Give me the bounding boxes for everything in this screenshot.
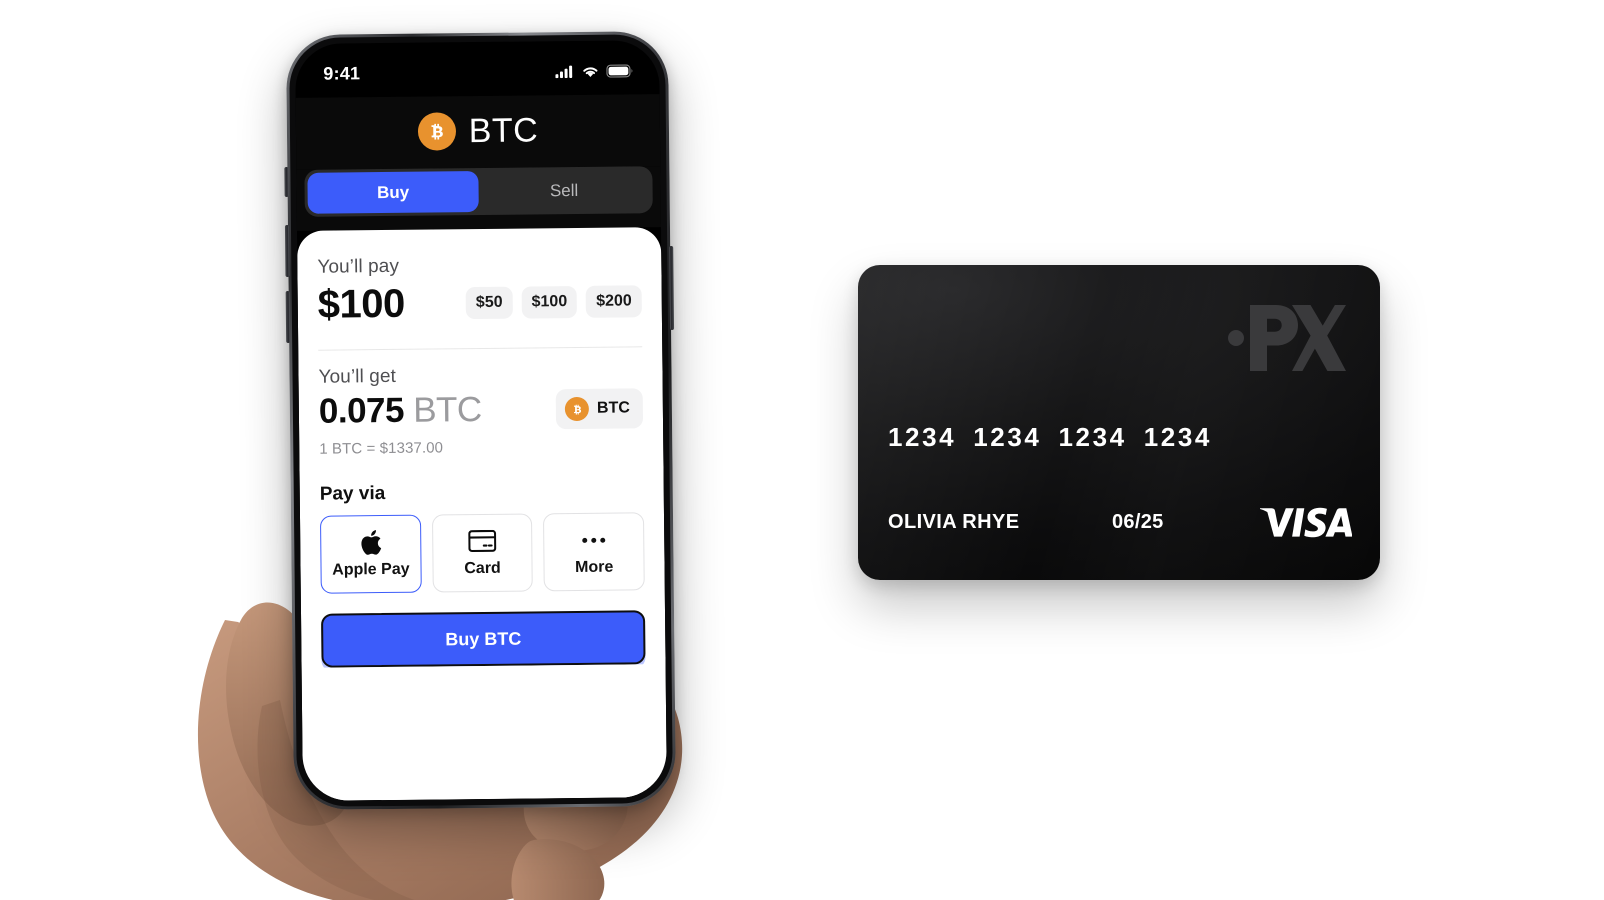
payment-method-label: More (575, 558, 614, 577)
power-button[interactable] (669, 245, 675, 331)
volume-down-button[interactable] (285, 290, 291, 344)
status-bar-time: 9:41 (323, 63, 361, 84)
get-amount-value: 0.075 BTC (319, 390, 482, 432)
asset-selector-badge[interactable]: BTC (555, 388, 644, 430)
scene-canvas: 9:41 BTC Buy Sell You’ll pay $100 $50 $1… (0, 0, 1604, 900)
credit-card: 1234 1234 1234 1234 OLIVIA RHYE 06/25 (858, 265, 1380, 580)
cellular-signal-icon (555, 65, 574, 78)
buy-sell-toggle-wrapper: Buy Sell (296, 166, 661, 231)
pay-amount-row: $100 $50 $100 $200 (318, 278, 642, 327)
phone-screen: 9:41 BTC Buy Sell You’ll pay $100 $50 $1… (295, 40, 667, 801)
app-title: BTC (468, 111, 539, 151)
payment-method-label: Card (464, 560, 501, 578)
exchange-rate-text: 1 BTC = $1337.00 (319, 439, 444, 458)
quick-amount-chip-200[interactable]: $200 (586, 285, 642, 318)
quick-amount-chip-50[interactable]: $50 (465, 286, 513, 320)
card-number-group: 1234 (1058, 422, 1127, 452)
dynamic-island (421, 54, 534, 87)
card-number-group: 1234 (888, 422, 957, 452)
section-divider (318, 346, 643, 351)
app-header: BTC (295, 94, 661, 170)
pay-label: You’ll pay (317, 255, 400, 278)
bitcoin-icon (564, 396, 590, 422)
asset-badge-label: BTC (596, 399, 630, 417)
pay-amount-value[interactable]: $100 (318, 281, 405, 328)
get-amount-number: 0.075 (318, 390, 405, 431)
payment-method-more[interactable]: More (543, 512, 645, 592)
card-details-row: OLIVIA RHYE 06/25 (888, 506, 1352, 538)
battery-icon (606, 64, 633, 78)
payment-method-apple-pay[interactable]: Apple Pay (319, 514, 422, 594)
card-expiry-date: 06/25 (1112, 510, 1164, 533)
apple-icon (359, 529, 382, 555)
pay-via-title: Pay via (319, 483, 386, 505)
tab-buy[interactable]: Buy (307, 171, 479, 214)
get-amount-row: 0.075 BTC BTC (319, 388, 644, 432)
get-label: You’ll get (318, 365, 397, 388)
sheet-bottom-space (321, 664, 647, 801)
status-bar: 9:41 (295, 40, 660, 98)
get-amount-unit: BTC (413, 389, 482, 430)
quick-amount-chips: $50 $100 $200 (465, 285, 642, 320)
payment-method-label: Apple Pay (332, 561, 410, 579)
card-number: 1234 1234 1234 1234 (888, 422, 1212, 453)
card-number-group: 1234 (973, 422, 1042, 452)
payment-methods-list: Apple Pay Card More (319, 512, 645, 594)
payment-method-card[interactable]: Card (431, 513, 534, 593)
credit-card-icon (468, 528, 497, 554)
wifi-icon (581, 64, 599, 77)
bitcoin-icon (417, 112, 456, 151)
status-bar-icons (555, 64, 633, 78)
buy-btc-button[interactable]: Buy BTC (321, 610, 646, 668)
quick-amount-chip-100[interactable]: $100 (521, 285, 578, 319)
visa-logo (1260, 506, 1352, 538)
volume-up-button[interactable] (284, 225, 290, 278)
card-holder-name: OLIVIA RHYE (888, 510, 1020, 533)
ellipsis-icon (582, 527, 606, 553)
smartphone-device: 9:41 BTC Buy Sell You’ll pay $100 $50 $1… (284, 31, 677, 810)
purchase-sheet: You’ll pay $100 $50 $100 $200 You’ll get… (297, 227, 667, 801)
silent-switch-button[interactable] (284, 167, 289, 198)
buy-sell-segmented-control: Buy Sell (304, 166, 653, 217)
card-number-group: 1234 (1143, 422, 1212, 452)
px-logo (1224, 301, 1346, 375)
tab-sell[interactable]: Sell (478, 169, 649, 212)
